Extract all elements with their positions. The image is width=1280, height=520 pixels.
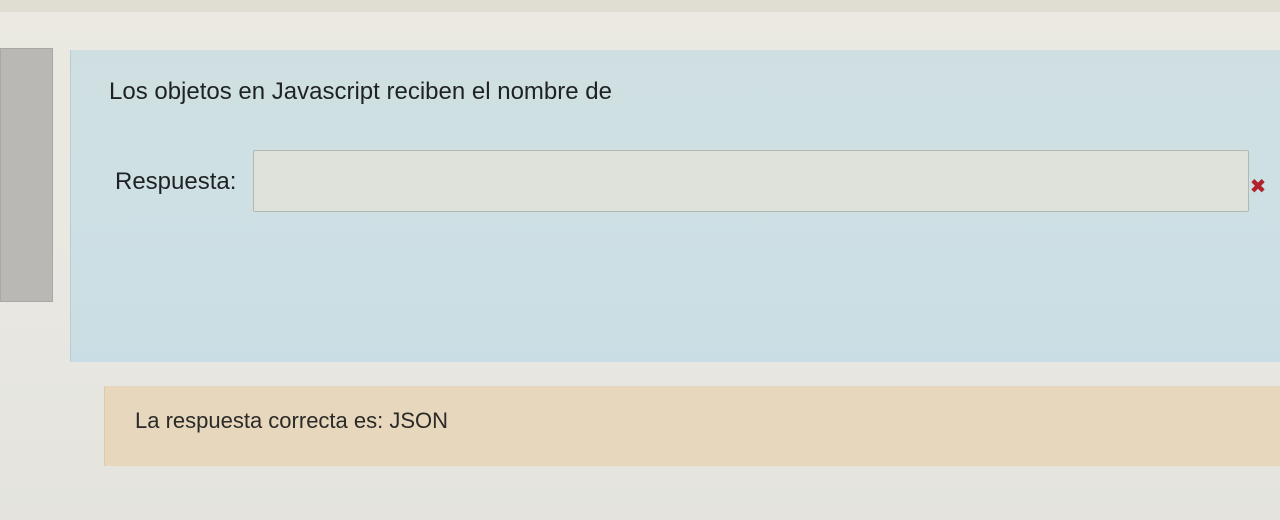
right-answer-text: La respuesta correcta es: JSON	[135, 408, 449, 433]
answer-input[interactable]	[253, 150, 1249, 212]
incorrect-x-icon: ✖	[1249, 174, 1267, 198]
question-info-panel	[0, 48, 53, 302]
question-text: Los objetos en Javascript reciben el nom…	[109, 78, 612, 105]
answer-label: Respuesta:	[115, 168, 237, 195]
quiz-page: Los objetos en Javascript reciben el nom…	[0, 0, 1280, 520]
question-content: Los objetos en Javascript reciben el nom…	[70, 50, 1280, 362]
feedback-panel: La respuesta correcta es: JSON	[104, 386, 1280, 466]
top-strip	[0, 0, 1280, 12]
